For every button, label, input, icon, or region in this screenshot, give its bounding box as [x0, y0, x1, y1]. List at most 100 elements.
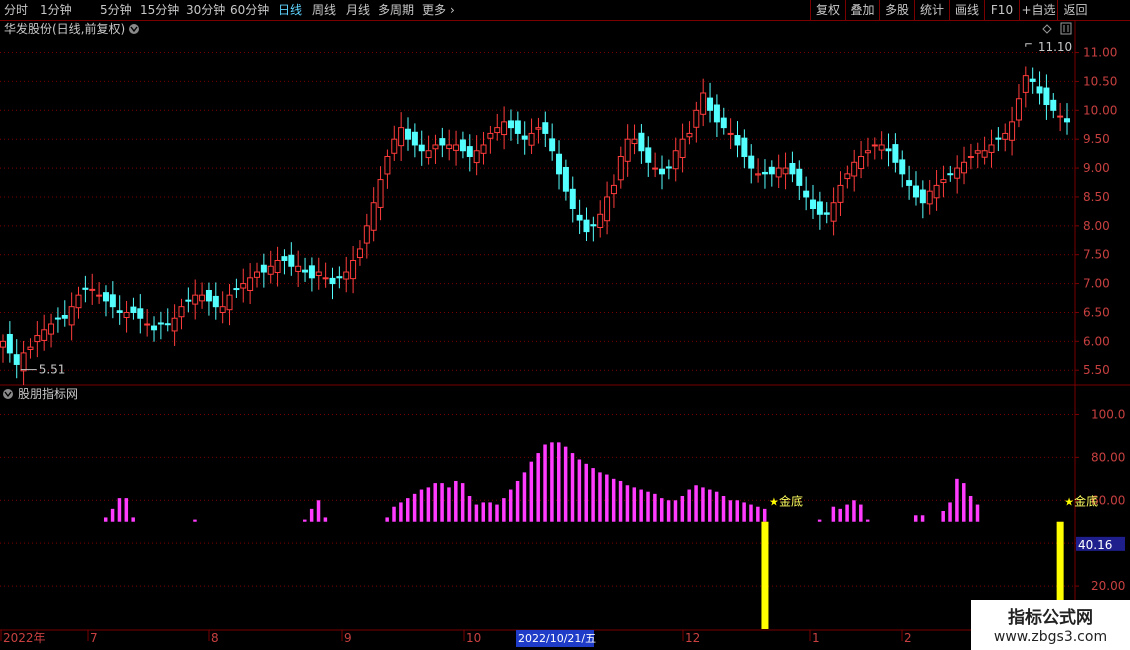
indicator-bar: [536, 453, 540, 522]
indicator-bar: [522, 472, 527, 522]
high-price-marker: 11.10: [1038, 40, 1072, 54]
diamond-icon[interactable]: [1042, 24, 1052, 34]
period-tab-8[interactable]: 月线: [346, 0, 370, 20]
toolbar-button-6[interactable]: +自选: [1019, 0, 1057, 20]
candle-body: [727, 132, 734, 135]
period-tab-1[interactable]: 1分钟: [40, 0, 72, 20]
candle-body: [576, 214, 583, 221]
period-tab-7[interactable]: 周线: [312, 0, 336, 20]
chevron-right-icon[interactable]: ›: [450, 0, 455, 20]
toolbar-button-0[interactable]: 复权: [810, 0, 845, 20]
period-tab-9[interactable]: 多周期: [378, 0, 414, 20]
candle-body: [343, 271, 350, 280]
candle-body: [116, 310, 123, 313]
indicator-bar: [316, 500, 321, 522]
indicator-bar: [584, 463, 588, 522]
candle-body: [816, 201, 823, 215]
indicator-bar: [591, 468, 595, 522]
indicator-bar: [735, 500, 740, 522]
indicator-bar: [852, 500, 856, 522]
candle-body: [418, 144, 425, 152]
indicator-bar: [399, 502, 403, 522]
candle-body: [521, 135, 528, 140]
candle-body: [1064, 118, 1070, 123]
candle-body: [226, 294, 233, 311]
toolbar-button-4[interactable]: 画线: [949, 0, 984, 20]
period-tab-10[interactable]: 更多: [422, 0, 446, 20]
toolbar-button-2[interactable]: 多股: [879, 0, 914, 20]
indicator-bar: [426, 487, 431, 522]
candle-body: [768, 166, 775, 175]
candle-body: [13, 354, 20, 365]
candle-body: [61, 314, 68, 319]
candle-body: [219, 306, 226, 313]
toolbar-button-5[interactable]: F10: [984, 0, 1019, 20]
candle-body: [624, 138, 631, 162]
candle-body: [954, 167, 961, 179]
candle-body: [480, 144, 487, 154]
candle-body: [487, 132, 494, 139]
toolbar-button-1[interactable]: 叠加: [845, 0, 879, 20]
indicator-bar: [605, 474, 609, 522]
indicator-bar: [131, 517, 135, 522]
candle-body: [912, 185, 919, 198]
chevron-down-icon[interactable]: [3, 389, 13, 399]
candle-body: [54, 317, 61, 320]
period-tab-4[interactable]: 30分钟: [186, 0, 225, 20]
candle-body: [782, 167, 789, 175]
candle-body: [171, 317, 178, 332]
candle-body: [192, 294, 199, 305]
candle-body: [569, 188, 576, 210]
candle-body: [363, 225, 370, 244]
indicator-bar: [110, 508, 115, 522]
candle-body: [878, 144, 885, 151]
price-axis-label: 9.50: [1083, 132, 1110, 146]
indicator-bar: [454, 480, 458, 522]
high-marker-arrow: [1025, 43, 1032, 47]
period-tab-3[interactable]: 15分钟: [140, 0, 179, 20]
chart-area[interactable]: 11.00 10.50 10.00 9.50 9.00 8.50 8.00 7.50 7.00 6…: [0, 21, 1130, 650]
candle-body: [1029, 78, 1036, 82]
toolbar-button-7[interactable]: 返回: [1057, 0, 1093, 20]
candle-body: [370, 202, 377, 231]
candle-body: [494, 127, 501, 134]
candle-body: [734, 135, 741, 146]
date-label: 2: [904, 631, 912, 645]
indicator-bar: [865, 519, 870, 522]
candle-body: [295, 265, 302, 272]
price-axis-label: 9.00: [1083, 161, 1110, 175]
candle-body: [707, 97, 714, 111]
pause-icon[interactable]: [1060, 22, 1072, 35]
star-icon: ★: [769, 495, 779, 508]
candle-body: [157, 322, 164, 325]
star-icon: ★: [1064, 495, 1074, 508]
period-tab-2[interactable]: 5分钟: [100, 0, 132, 20]
candle-body: [329, 277, 336, 285]
candle-body: [137, 308, 144, 319]
indicator-axis-label: 80.00: [1091, 450, 1125, 464]
candle-body: [411, 131, 418, 146]
date-label: 7: [90, 631, 98, 645]
indicator-bar: [673, 500, 678, 522]
chevron-down-icon[interactable]: [129, 24, 139, 34]
toolbar-button-3[interactable]: 统计: [914, 0, 949, 20]
candle-body: [542, 122, 549, 134]
indicator-bar: [440, 483, 444, 522]
indicator-bar: [515, 480, 520, 522]
date-label: 9: [344, 631, 352, 645]
candle-body: [562, 166, 569, 192]
candle-body: [631, 138, 638, 145]
candle-body: [315, 271, 322, 277]
indicator-bar: [659, 498, 664, 522]
candle-body: [446, 144, 453, 150]
cursor-date: 2022/10/21/五: [518, 632, 596, 645]
candle-body: [967, 156, 974, 159]
period-tab-5[interactable]: 60分钟: [230, 0, 269, 20]
period-tab-6[interactable]: 日线: [278, 0, 302, 20]
indicator-bar: [618, 480, 623, 522]
candle-body: [123, 311, 130, 319]
candle-body: [0, 340, 6, 348]
period-tab-0[interactable]: 分时: [4, 0, 28, 20]
candle-body: [899, 159, 906, 175]
candle-body: [405, 128, 412, 140]
